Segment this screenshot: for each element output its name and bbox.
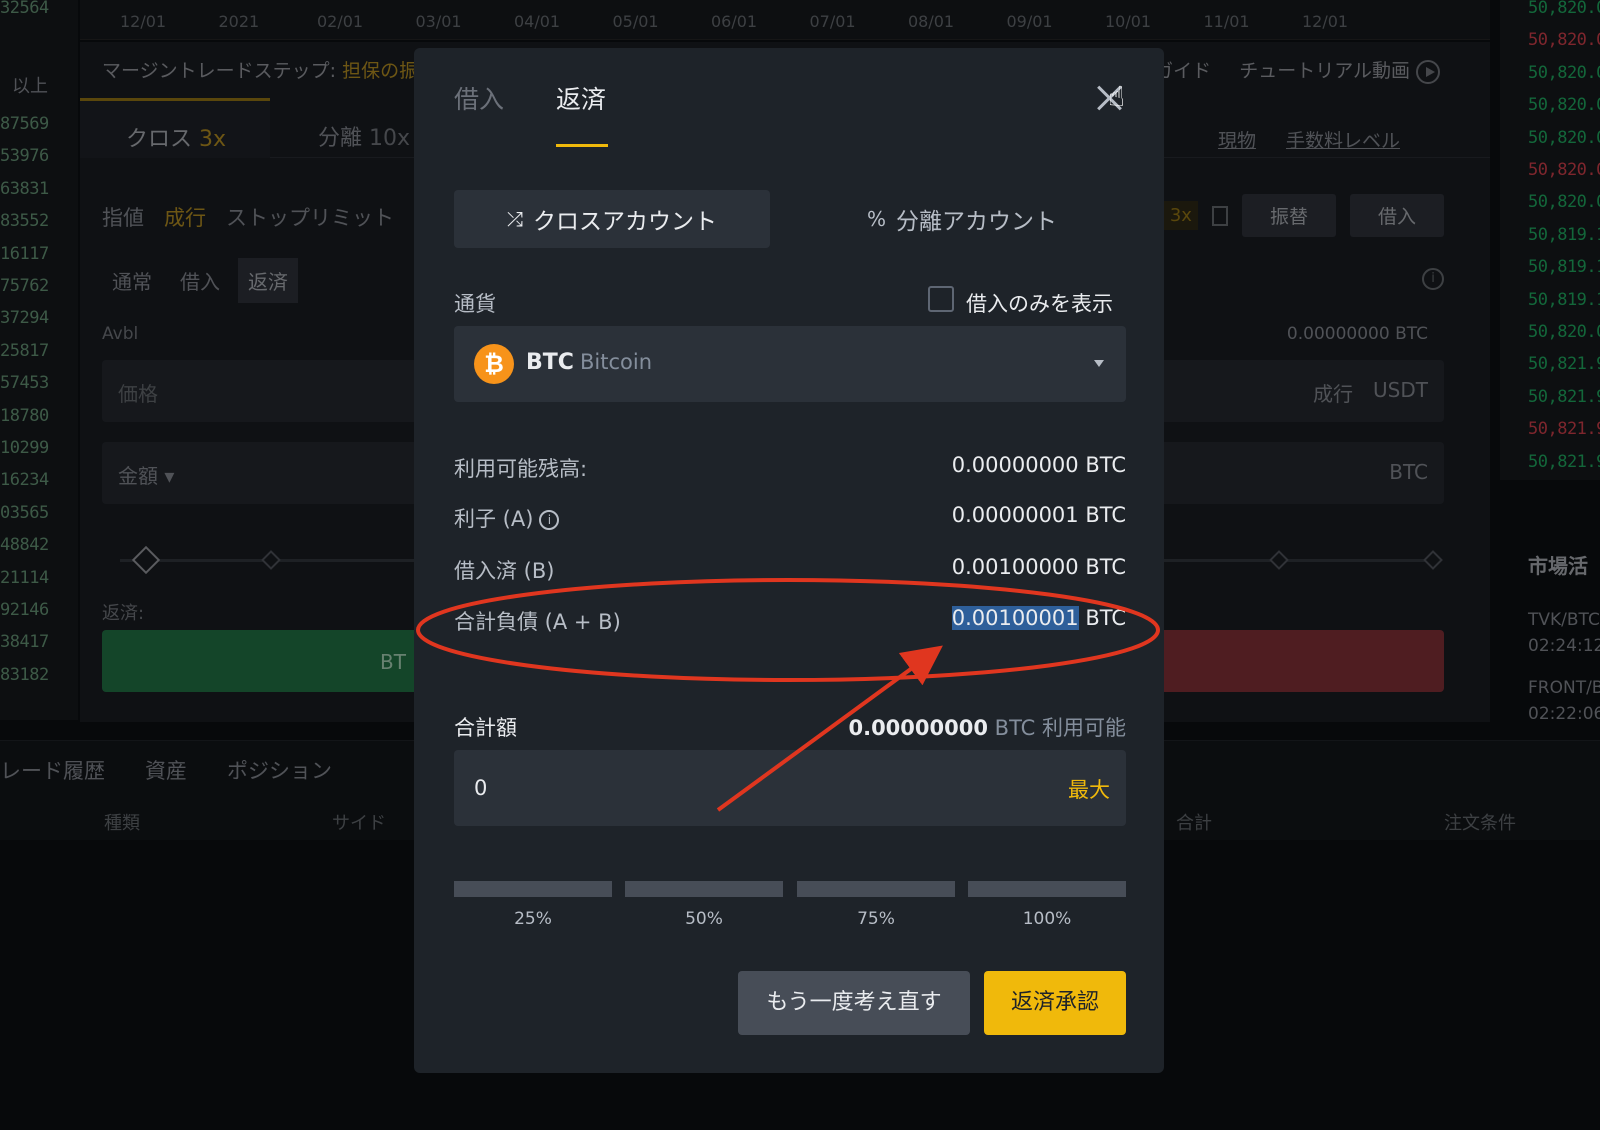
percent-bar bbox=[797, 881, 955, 897]
interest-label: 利子 (A) bbox=[454, 507, 534, 531]
total-debt-unit: BTC bbox=[1085, 606, 1126, 630]
show-borrowed-label[interactable]: 借入のみを表示 bbox=[966, 288, 1113, 318]
percent-100-button[interactable]: 100% bbox=[968, 881, 1126, 929]
percent-bar bbox=[625, 881, 783, 897]
confirm-repay-button[interactable]: 返済承認 bbox=[984, 971, 1126, 1035]
borrowed-label: 借入済 (B) bbox=[454, 559, 555, 583]
cross-arrows-icon: ⤮ bbox=[507, 207, 523, 231]
isolated-account-button[interactable]: % 分離アカウント bbox=[800, 190, 1124, 248]
total-available-number: 0.00000000 bbox=[848, 716, 988, 740]
percent-25-button[interactable]: 25% bbox=[454, 881, 612, 929]
total-debt-label: 合計負債 (A + B) bbox=[454, 610, 621, 634]
interest-label-wrap: 利子 (A) i bbox=[454, 503, 560, 533]
percent-50-button[interactable]: 50% bbox=[625, 881, 783, 929]
total-amount-label: 合計額 bbox=[454, 716, 517, 740]
interest-value: 0.00000001 BTC bbox=[951, 503, 1126, 527]
max-button[interactable]: 最大 bbox=[1068, 774, 1110, 804]
repay-amount-input[interactable]: 0 最大 bbox=[454, 750, 1126, 826]
borrowed-value: 0.00100000 BTC bbox=[951, 555, 1126, 579]
chevron-down-icon bbox=[1094, 360, 1104, 367]
hand-cursor-icon: ☝ bbox=[1108, 80, 1126, 113]
cross-account-label: クロスアカウント bbox=[533, 209, 717, 235]
isolated-account-label: 分離アカウント bbox=[896, 209, 1057, 235]
tab-repay[interactable]: 返済 bbox=[556, 80, 609, 147]
percent-label: 75% bbox=[857, 909, 895, 929]
coin-name: Bitcoin bbox=[580, 350, 653, 374]
total-debt-number: 0.00100001 bbox=[951, 606, 1079, 630]
tab-borrow[interactable]: 借入 bbox=[454, 80, 504, 116]
percent-icon: % bbox=[866, 207, 886, 231]
modal-tabs: 借入 返済 bbox=[454, 80, 609, 147]
percent-bar bbox=[968, 881, 1126, 897]
currency-label: 通貨 bbox=[454, 292, 496, 316]
info-icon[interactable]: i bbox=[539, 510, 560, 530]
percent-bar bbox=[454, 881, 612, 897]
percent-75-button[interactable]: 75% bbox=[797, 881, 955, 929]
percent-label: 25% bbox=[514, 909, 552, 929]
repay-modal: 借入 返済 ⤮ クロスアカウント % 分離アカウント 通貨 借入のみを表示 ₿ … bbox=[414, 48, 1164, 1073]
show-borrowed-checkbox[interactable] bbox=[928, 286, 954, 312]
bitcoin-icon: ₿ bbox=[474, 344, 514, 384]
available-label: 利用可能残高: bbox=[454, 457, 588, 481]
cross-account-button[interactable]: ⤮ クロスアカウント bbox=[454, 190, 770, 248]
percent-label: 100% bbox=[1022, 909, 1072, 929]
coin-symbol: BTC bbox=[526, 350, 574, 375]
percent-label: 50% bbox=[685, 909, 723, 929]
total-available: 0.00000000 BTC 利用可能 bbox=[848, 712, 1126, 742]
total-available-suffix: BTC 利用可能 bbox=[994, 716, 1126, 740]
total-debt-value: 0.00100001 BTC bbox=[951, 606, 1126, 630]
repay-amount-value: 0 bbox=[474, 776, 488, 800]
reconsider-button[interactable]: もう一度考え直す bbox=[738, 971, 970, 1035]
currency-select[interactable]: ₿ BTC Bitcoin bbox=[454, 326, 1126, 402]
available-value: 0.00000000 BTC bbox=[951, 453, 1126, 477]
